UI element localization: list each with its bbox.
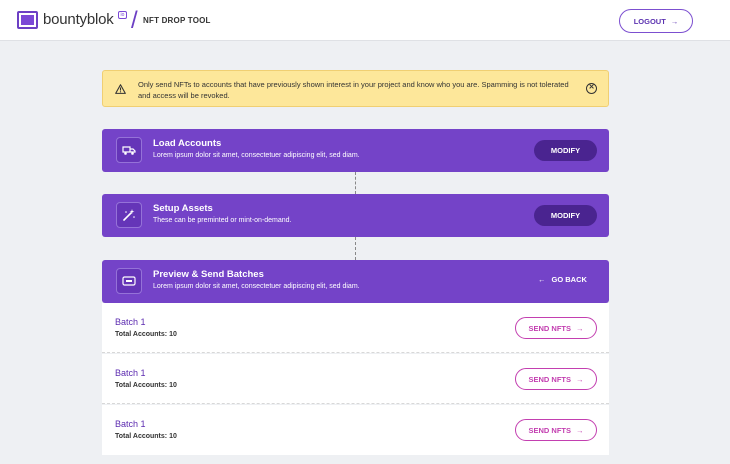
accounts-label: Total Accounts:: [115, 382, 168, 389]
batch-accounts: Total Accounts: 10: [115, 382, 177, 389]
batch-name: Batch 1: [115, 317, 146, 327]
batch-row: Batch 1 Total Accounts: 10 SEND NFTS →: [102, 405, 609, 455]
close-circle-icon[interactable]: ✕: [586, 83, 597, 94]
go-back-label: GO BACK: [551, 275, 587, 284]
logo-icon: [17, 11, 38, 29]
modify-button[interactable]: MODIFY: [534, 140, 597, 161]
send-nfts-button[interactable]: SEND NFTS →: [515, 317, 597, 339]
step-title: Preview & Send Batches: [153, 269, 264, 280]
page-title: NFT DROP TOOL: [143, 16, 211, 25]
step-connector: [355, 172, 356, 194]
send-label: SEND NFTS: [528, 374, 571, 384]
step-preview-send: Preview & Send Batches Lorem ipsum dolor…: [102, 260, 609, 303]
send-label: SEND NFTS: [528, 323, 571, 333]
batch-row: Batch 1 Total Accounts: 10 SEND NFTS →: [102, 303, 609, 353]
accounts-count: 10: [169, 433, 177, 440]
step-subtitle: Lorem ipsum dolor sit amet, consectetuer…: [153, 283, 360, 290]
truck-icon: [116, 137, 142, 163]
arrow-right-icon: →: [576, 425, 584, 435]
send-nfts-button[interactable]: SEND NFTS →: [515, 368, 597, 390]
batch-name: Batch 1: [115, 368, 146, 378]
title-separator: /: [131, 7, 138, 34]
batch-name: Batch 1: [115, 419, 146, 429]
step-connector: [355, 237, 356, 260]
send-nfts-button[interactable]: SEND NFTS →: [515, 419, 597, 441]
logout-label: LOGOUT: [633, 16, 666, 26]
accounts-label: Total Accounts:: [115, 433, 168, 440]
warning-alert: Only send NFTs to accounts that have pre…: [102, 70, 609, 107]
ticket-icon: [116, 268, 142, 294]
step-load-accounts: Load Accounts Lorem ipsum dolor sit amet…: [102, 129, 609, 172]
arrow-left-icon: ←: [538, 275, 546, 284]
arrow-right-icon: →: [576, 323, 584, 333]
warning-icon: [115, 84, 126, 94]
step-title: Setup Assets: [153, 203, 213, 214]
step-subtitle: Lorem ipsum dolor sit amet, consectetuer…: [153, 152, 360, 159]
batch-accounts: Total Accounts: 10: [115, 433, 177, 440]
logout-button[interactable]: LOGOUT →: [619, 9, 693, 33]
logo-text: bountyblok: [43, 11, 114, 28]
step-subtitle: These can be preminted or mint-on-demand…: [153, 217, 292, 224]
batch-row: Batch 1 Total Accounts: 10 SEND NFTS →: [102, 354, 609, 404]
batch-accounts: Total Accounts: 10: [115, 331, 177, 338]
magic-wand-icon: [116, 202, 142, 228]
send-label: SEND NFTS: [528, 425, 571, 435]
accounts-count: 10: [169, 382, 177, 389]
arrow-right-icon: →: [670, 16, 679, 26]
step-setup-assets: Setup Assets These can be preminted or m…: [102, 194, 609, 237]
top-bar: bountyblok io / NFT DROP TOOL LOGOUT →: [0, 0, 730, 41]
accounts-count: 10: [169, 331, 177, 338]
step-title: Load Accounts: [153, 138, 222, 149]
arrow-right-icon: →: [576, 374, 584, 384]
modify-button[interactable]: MODIFY: [534, 205, 597, 226]
alert-message: Only send NFTs to accounts that have pre…: [138, 80, 569, 100]
go-back-button[interactable]: ← GO BACK: [538, 275, 587, 284]
accounts-label: Total Accounts:: [115, 331, 168, 338]
logo-badge: io: [118, 11, 127, 19]
